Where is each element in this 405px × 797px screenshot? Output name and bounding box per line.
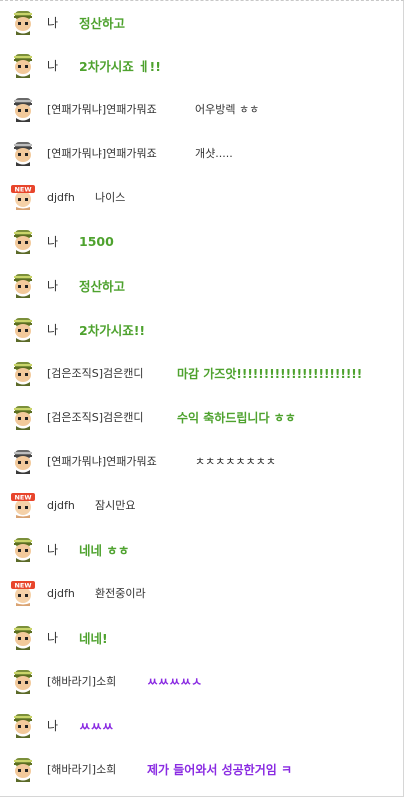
message-sender: [검은조직S]검은캔디 <box>47 411 144 424</box>
message-text: 마감 가즈앗!!!!!!!!!!!!!!!!!!!!!!! <box>177 366 363 381</box>
new-badge-avatar-icon: NEW <box>10 580 36 606</box>
message-text: 환전중이라 <box>95 587 146 600</box>
message-sender: 나 <box>47 322 59 337</box>
message-sender: [연패가뭐냐]연패가뭐죠 <box>47 147 157 160</box>
chat-message-row: [검은조직S]검은캔디 수익 축하드립니다 ㅎㅎ <box>0 395 403 439</box>
green-hair-avatar-icon <box>10 316 36 342</box>
message-sender: 나 <box>47 58 59 73</box>
chat-message-row: [해바라기]소희 제가 들어와서 성공한거임 ㅋ <box>0 747 403 791</box>
chat-message-row: 나 2차가시죠 ㅔ!! <box>0 43 403 87</box>
message-text: 제가 들어와서 성공한거임 ㅋ <box>147 762 293 777</box>
green-hair-avatar-icon <box>10 756 36 782</box>
message-text: ㅆㅆㅆㅆㅅ <box>147 674 203 689</box>
svg-text:NEW: NEW <box>14 186 31 194</box>
green-hair-avatar-icon <box>10 272 36 298</box>
chat-message-row: [연패가뭐냐]연패가뭐죠 ㅊㅊㅊㅊㅊㅊㅊㅊ <box>0 439 403 483</box>
chat-log-panel: 나 정산하고 나 2차가시죠 ㅔ!! [연패가뭐냐]연패가뭐죠 어우방렉 ㅎㅎ … <box>0 0 404 797</box>
message-sender: 나 <box>47 718 59 733</box>
chat-message-row: [연패가뭐냐]연패가뭐죠 개샷..... <box>0 131 403 175</box>
message-text: 정산하고 <box>79 15 126 31</box>
chat-message-row: NEW djdfh 나이스 <box>0 175 403 219</box>
green-hair-avatar-icon <box>10 9 36 35</box>
chat-message-row: 나 정산하고 <box>0 1 403 43</box>
message-sender: [해바라기]소희 <box>47 675 117 688</box>
message-sender: [검은조직S]검은캔디 <box>47 367 144 380</box>
message-sender: djdfh <box>47 498 75 512</box>
message-text: 잠시만요 <box>95 499 136 512</box>
chat-message-row: 나 정산하고 <box>0 263 403 307</box>
chat-message-row: 나 네네! <box>0 615 403 659</box>
message-text: 네네! <box>79 630 108 646</box>
message-sender: 나 <box>47 278 59 293</box>
green-hair-avatar-icon <box>10 536 36 562</box>
message-sender: 나 <box>47 630 59 645</box>
message-text: 2차가시죠 ㅔ!! <box>79 58 161 74</box>
grey-hair-avatar-icon <box>10 96 36 122</box>
green-hair-avatar-icon <box>10 52 36 78</box>
message-text: 개샷..... <box>195 147 233 160</box>
green-hair-avatar-icon <box>10 360 36 386</box>
new-badge-avatar-icon: NEW <box>10 492 36 518</box>
message-text: 정산하고 <box>79 278 126 294</box>
svg-text:NEW: NEW <box>14 494 31 502</box>
green-hair-avatar-icon <box>10 668 36 694</box>
message-text: 네네 ㅎㅎ <box>79 542 130 558</box>
green-hair-avatar-icon <box>10 404 36 430</box>
message-sender: 나 <box>47 15 59 30</box>
message-text: ㅆㅆㅆ <box>79 718 114 734</box>
message-text: 어우방렉 ㅎㅎ <box>195 103 260 116</box>
message-sender: djdfh <box>47 586 75 600</box>
green-hair-avatar-icon <box>10 712 36 738</box>
message-sender: [연패가뭐냐]연패가뭐죠 <box>47 103 157 116</box>
message-sender: 나 <box>47 234 59 249</box>
chat-message-row: NEW djdfh 잠시만요 <box>0 483 403 527</box>
chat-message-row: 나 1500 <box>0 219 403 263</box>
green-hair-avatar-icon <box>10 228 36 254</box>
message-text: 나이스 <box>95 191 126 204</box>
new-badge-avatar-icon: NEW <box>10 184 36 210</box>
message-text: 2차가시죠!! <box>79 322 146 338</box>
green-hair-avatar-icon <box>10 624 36 650</box>
message-sender: djdfh <box>47 190 75 204</box>
message-text: 1500 <box>79 233 114 249</box>
chat-message-row: [해바라기]소희 ㅆㅆㅆㅆㅅ <box>0 659 403 703</box>
svg-text:NEW: NEW <box>14 582 31 590</box>
chat-message-row: [검은조직S]검은캔디 마감 가즈앗!!!!!!!!!!!!!!!!!!!!!!… <box>0 351 403 395</box>
grey-hair-avatar-icon <box>10 448 36 474</box>
chat-message-row: 나 네네 ㅎㅎ <box>0 527 403 571</box>
message-sender: [연패가뭐냐]연패가뭐죠 <box>47 455 157 468</box>
grey-hair-avatar-icon <box>10 140 36 166</box>
message-text: ㅊㅊㅊㅊㅊㅊㅊㅊ <box>195 455 276 468</box>
message-sender: 나 <box>47 542 59 557</box>
message-sender: [해바라기]소희 <box>47 763 117 776</box>
chat-message-row: 나 2차가시죠!! <box>0 307 403 351</box>
chat-message-row: [연패가뭐냐]연패가뭐죠 어우방렉 ㅎㅎ <box>0 87 403 131</box>
chat-message-row: 나 ㅆㅆㅆ <box>0 703 403 747</box>
chat-message-list: 나 정산하고 나 2차가시죠 ㅔ!! [연패가뭐냐]연패가뭐죠 어우방렉 ㅎㅎ … <box>0 1 403 791</box>
message-text: 수익 축하드립니다 ㅎㅎ <box>177 410 296 425</box>
chat-message-row: NEW djdfh 환전중이라 <box>0 571 403 615</box>
